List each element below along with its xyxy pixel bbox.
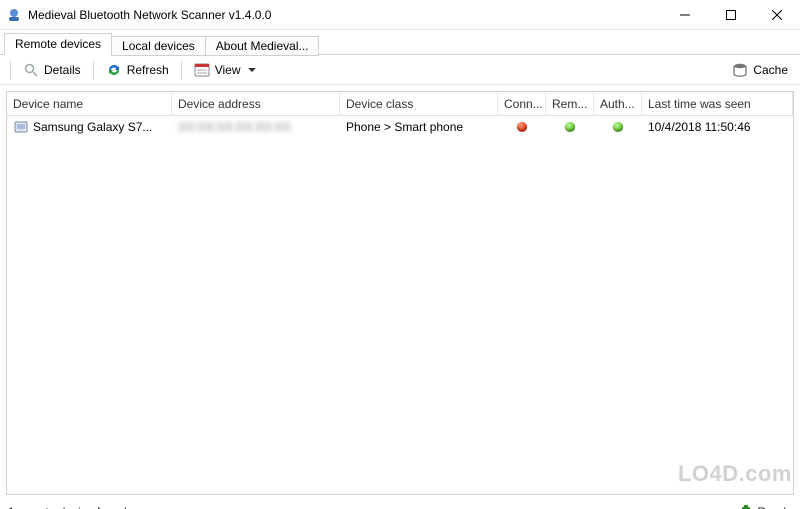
column-authenticated[interactable]: Auth... xyxy=(594,92,642,115)
toolbar-separator xyxy=(10,60,11,80)
chevron-down-icon xyxy=(248,68,256,72)
view-button[interactable]: View xyxy=(188,59,262,81)
tab-local-devices[interactable]: Local devices xyxy=(111,36,206,56)
cell-device-name: Samsung Galaxy S7... xyxy=(7,119,172,135)
tab-remote-devices[interactable]: Remote devices xyxy=(4,33,112,55)
cell-authenticated xyxy=(594,122,642,132)
cell-connected xyxy=(498,122,546,132)
window-title: Medieval Bluetooth Network Scanner v1.4.… xyxy=(28,8,662,22)
cell-last-seen: 10/4/2018 11:50:46 xyxy=(642,120,793,134)
view-label: View xyxy=(215,63,241,77)
status-bar: 1 remote device found Ready xyxy=(0,501,800,509)
battery-icon xyxy=(741,505,751,509)
toolbar: Details Refresh View Cache xyxy=(0,55,800,85)
titlebar: Medieval Bluetooth Network Scanner v1.4.… xyxy=(0,0,800,30)
list-body[interactable]: Samsung Galaxy S7... XX:XX:XX:XX:XX:XX P… xyxy=(7,116,793,494)
cache-button[interactable]: Cache xyxy=(726,59,794,81)
device-address-text: XX:XX:XX:XX:XX:XX xyxy=(178,120,291,134)
column-last-seen[interactable]: Last time was seen xyxy=(642,92,793,115)
column-remembered[interactable]: Rem... xyxy=(546,92,594,115)
status-text: 1 remote device found xyxy=(8,505,127,509)
refresh-button[interactable]: Refresh xyxy=(100,59,175,81)
status-ready: Ready xyxy=(757,505,792,509)
toolbar-separator xyxy=(93,60,94,80)
cell-device-class: Phone > Smart phone xyxy=(340,120,498,134)
device-icon xyxy=(13,119,29,135)
device-list: Device name Device address Device class … xyxy=(6,91,794,495)
cell-remembered xyxy=(546,122,594,132)
column-headers: Device name Device address Device class … xyxy=(7,92,793,116)
column-device-name[interactable]: Device name xyxy=(7,92,172,115)
magnifier-icon xyxy=(23,62,39,78)
close-button[interactable] xyxy=(754,0,800,30)
refresh-icon xyxy=(106,62,122,78)
cache-label: Cache xyxy=(753,63,788,77)
details-label: Details xyxy=(44,63,81,77)
device-name-text: Samsung Galaxy S7... xyxy=(33,120,152,134)
details-button[interactable]: Details xyxy=(17,59,87,81)
status-dot-green xyxy=(613,122,623,132)
tabs: Remote devices Local devices About Medie… xyxy=(0,30,800,54)
column-connected[interactable]: Conn... xyxy=(498,92,546,115)
table-row[interactable]: Samsung Galaxy S7... XX:XX:XX:XX:XX:XX P… xyxy=(7,116,793,138)
minimize-button[interactable] xyxy=(662,0,708,30)
column-device-address[interactable]: Device address xyxy=(172,92,340,115)
refresh-label: Refresh xyxy=(127,63,169,77)
app-icon xyxy=(6,7,22,23)
view-icon xyxy=(194,62,210,78)
status-dot-green xyxy=(565,122,575,132)
cell-device-address: XX:XX:XX:XX:XX:XX xyxy=(172,120,340,134)
toolbar-separator xyxy=(181,60,182,80)
tab-about[interactable]: About Medieval... xyxy=(205,36,320,56)
column-device-class[interactable]: Device class xyxy=(340,92,498,115)
status-dot-red xyxy=(517,122,527,132)
maximize-button[interactable] xyxy=(708,0,754,30)
cache-icon xyxy=(732,62,748,78)
